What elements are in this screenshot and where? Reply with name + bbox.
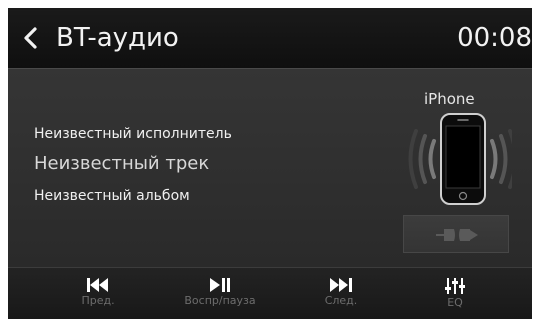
connection-button[interactable]	[403, 215, 509, 253]
bt-audio-screen: BT-аудио 00:08 Неизвестный исполнитель Н…	[8, 8, 532, 319]
artist-name: Неизвестный исполнитель	[34, 126, 232, 142]
album-name: Неизвестный альбом	[34, 188, 190, 204]
play-pause-button[interactable]: Воспр/пауза	[170, 268, 270, 319]
eq-button[interactable]: EQ	[405, 268, 505, 319]
previous-button[interactable]: Пред.	[48, 268, 148, 319]
page-title: BT-аудио	[56, 23, 179, 53]
phone-signal-icon	[408, 113, 512, 205]
device-name: iPhone	[424, 90, 475, 108]
playback-controls: Пред. Воспр/пауза След. EQ	[8, 267, 532, 319]
play-pause-label: Воспр/пауза	[184, 294, 256, 307]
previous-label: Пред.	[81, 294, 115, 307]
clock: 00:08	[457, 23, 532, 53]
plug-connect-icon	[436, 229, 478, 241]
back-button[interactable]	[18, 21, 44, 55]
eq-label: EQ	[447, 296, 463, 309]
next-label: След.	[324, 294, 358, 307]
track-title: Неизвестный трек	[34, 153, 210, 174]
now-playing-panel: Неизвестный исполнитель Неизвестный трек…	[8, 69, 532, 267]
skip-next-icon	[330, 278, 352, 292]
chevron-left-icon	[24, 27, 37, 49]
skip-previous-icon	[87, 278, 108, 292]
equalizer-icon	[445, 278, 465, 294]
play-pause-icon	[210, 278, 230, 292]
header-bar: BT-аудио 00:08	[8, 8, 532, 69]
next-button[interactable]: След.	[291, 268, 391, 319]
